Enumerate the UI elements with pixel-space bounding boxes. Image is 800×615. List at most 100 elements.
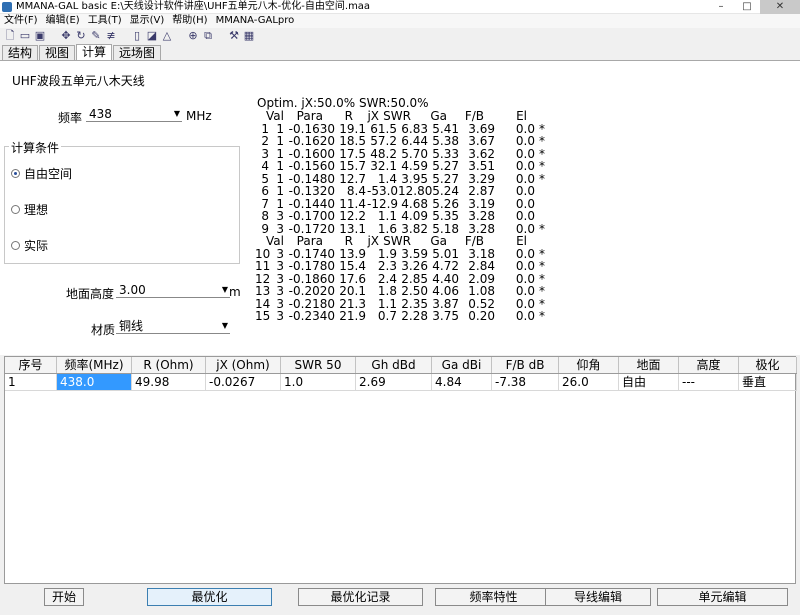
results-header-cell: SWR	[383, 109, 411, 123]
table-cell[interactable]: 垂直	[739, 374, 797, 391]
optim-summary: Optim. jX:50.0% SWR:50.0%	[257, 96, 429, 110]
column-header[interactable]: 频率(MHz)	[57, 357, 132, 373]
chevron-down-icon[interactable]: ▼	[174, 106, 180, 122]
column-header[interactable]: 仰角	[559, 357, 619, 373]
open-icon[interactable]: ▭	[19, 29, 31, 42]
column-header[interactable]: 序号	[5, 357, 57, 373]
results-cell: 12.2	[339, 209, 366, 223]
results-cell: 20.1	[339, 284, 366, 298]
radio-label: 理想	[24, 203, 49, 217]
menu-view[interactable]: 显示(V)	[126, 14, 169, 28]
table-cell[interactable]: 4.84	[432, 374, 492, 391]
results-cell: 4.59	[401, 159, 428, 173]
height-input[interactable]: 3.00 ▼	[116, 282, 230, 298]
radio-label: 实际	[24, 239, 49, 253]
results-cell: -0.1320	[288, 184, 335, 198]
results-header-cell: Ga	[430, 109, 447, 123]
results-cell: 0.0	[515, 184, 535, 198]
freq-input[interactable]: 438 ▼	[86, 106, 182, 122]
table-cell[interactable]: 1	[5, 374, 57, 391]
chevron-down-icon[interactable]: ▼	[222, 282, 228, 298]
menu-edit[interactable]: 编辑(E)	[42, 14, 84, 28]
results-cell: 5.35	[432, 209, 459, 223]
menu-tools[interactable]: 工具(T)	[84, 14, 126, 28]
table-cell[interactable]: 2.69	[356, 374, 432, 391]
column-header[interactable]: Gh dBd	[356, 357, 432, 373]
element-edit-button[interactable]: 单元编辑	[657, 588, 788, 606]
save-icon[interactable]: ▣	[34, 29, 46, 42]
calculator-icon[interactable]: ▦	[243, 29, 255, 42]
results-cell: 21.9	[339, 309, 366, 323]
move-icon[interactable]: ✥	[60, 29, 72, 42]
results-cell: 1	[276, 159, 284, 173]
results-cell: -0.1560	[288, 159, 335, 173]
results-cell: 15	[255, 309, 271, 323]
results-header-cell: R	[344, 234, 353, 248]
column-header[interactable]: Ga dBi	[432, 357, 492, 373]
results-cell: 18.5	[339, 134, 366, 148]
minimize-button[interactable]: –	[708, 0, 734, 14]
rotate-icon[interactable]: ↻	[75, 29, 87, 42]
table-cell[interactable]: 49.98	[132, 374, 206, 391]
tools-icon[interactable]: ⚒	[228, 29, 240, 42]
column-header[interactable]: SWR 50	[281, 357, 356, 373]
results-cell: 2.28	[401, 309, 428, 323]
wire-edit-button[interactable]: 导线编辑	[545, 588, 651, 606]
maximize-button[interactable]: □	[734, 0, 760, 14]
results-header-cell: El	[516, 109, 527, 123]
radio-ideal[interactable]: 理想	[11, 201, 48, 218]
wire-icon[interactable]: ≢	[105, 29, 117, 42]
results-cell: 5.38	[432, 134, 459, 148]
radio-free-space[interactable]: 自由空间	[11, 165, 72, 182]
results-header-cell: F/B	[464, 109, 484, 123]
menu-file[interactable]: 文件(F)	[0, 14, 42, 28]
table-cell[interactable]: -0.0267	[206, 374, 281, 391]
tab-view[interactable]: 视图	[39, 45, 76, 61]
column-header[interactable]: 高度	[679, 357, 739, 373]
results-cell: -0.1620	[288, 134, 335, 148]
menu-pro[interactable]: MMANA-GALpro	[212, 14, 299, 28]
column-header[interactable]: jX (Ohm)	[206, 357, 281, 373]
triangle-icon[interactable]: △	[161, 29, 173, 42]
results-cell: 0.0	[515, 309, 535, 323]
column-header[interactable]: 地面	[619, 357, 679, 373]
tab-structure[interactable]: 结构	[2, 45, 39, 61]
column-header[interactable]: 极化	[739, 357, 797, 373]
results-cell: 8.4	[346, 184, 366, 198]
close-button[interactable]: ✕	[760, 0, 800, 14]
results-cell: 2.87	[468, 184, 495, 198]
page-icon[interactable]: ▯	[131, 29, 143, 42]
material-value: 铜线	[119, 319, 144, 333]
window-controls: – □ ✕	[708, 0, 800, 14]
tab-farfield[interactable]: 远场图	[113, 45, 162, 61]
new-icon[interactable]: 🗋	[4, 29, 16, 42]
table-row[interactable]: 1 438.0 49.98 -0.0267 1.0 2.69 4.84 -7.38 26.0 自由…	[5, 374, 797, 391]
column-header[interactable]: R (Ohm)	[132, 357, 206, 373]
results-cell: 3.28	[468, 209, 495, 223]
material-select[interactable]: 铜线 ▼	[116, 318, 230, 334]
copy-icon[interactable]: ⧉	[202, 29, 214, 42]
radio-real[interactable]: 实际	[11, 237, 48, 254]
column-header[interactable]: F/B dB	[492, 357, 559, 373]
table-cell[interactable]: 自由	[619, 374, 679, 391]
optimize-log-button[interactable]: 最优化记录	[298, 588, 423, 606]
start-button[interactable]: 开始	[44, 588, 84, 606]
results-cell: 15.7	[339, 159, 366, 173]
menu-help[interactable]: 帮助(H)	[168, 14, 211, 28]
results-header-cell: R	[344, 109, 353, 123]
results-header-cell: Para	[296, 234, 323, 248]
target-icon[interactable]: ⊕	[187, 29, 199, 42]
table-cell[interactable]: 26.0	[559, 374, 619, 391]
table-cell[interactable]: 438.0	[57, 374, 132, 391]
edit-icon[interactable]: ✎	[90, 29, 102, 42]
table-cell[interactable]: ---	[679, 374, 739, 391]
table-cell[interactable]: 1.0	[281, 374, 356, 391]
tab-compute[interactable]: 计算	[76, 44, 113, 61]
freq-characteristic-button[interactable]: 频率特性	[435, 588, 552, 606]
chevron-down-icon[interactable]: ▼	[222, 318, 228, 334]
table-cell[interactable]: -7.38	[492, 374, 559, 391]
height-value: 3.00	[119, 283, 146, 297]
results-cell: 1	[276, 134, 284, 148]
view-icon[interactable]: ◪	[146, 29, 158, 42]
optimize-button[interactable]: 最优化	[147, 588, 272, 606]
